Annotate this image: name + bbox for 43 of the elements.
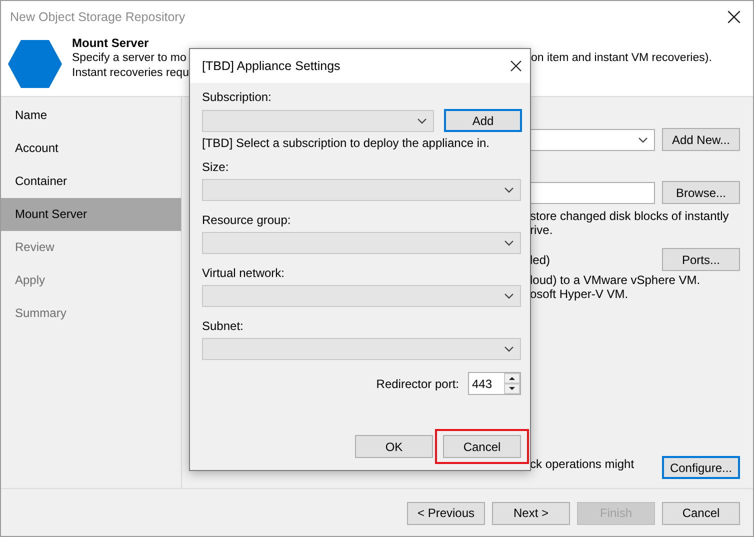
description-text: loud) to a VMware vSphere VM. <box>530 273 702 287</box>
field-label: Virtual network: <box>202 266 286 281</box>
field-label: Subscription: <box>202 90 272 105</box>
chevron-icon <box>504 293 514 299</box>
window-title: New Object Storage Repository <box>10 10 186 24</box>
description-text: store changed disk blocks of instantly <box>530 209 730 223</box>
note-text: ck operations might <box>529 457 634 472</box>
description-text: osoft Hyper-V VM. <box>530 287 630 301</box>
chevron-icon <box>504 240 514 246</box>
page-title: Mount Server <box>72 35 150 51</box>
dialog-button[interactable]: Cancel <box>443 435 521 458</box>
dialog-title: [TBD] Appliance Settings <box>202 59 340 73</box>
field-label: Size: <box>202 160 230 175</box>
page-description: Instant recoveries requ <box>72 66 189 81</box>
option-label: led) <box>530 252 552 266</box>
chevron-icon <box>417 118 427 124</box>
close-icon[interactable] <box>727 10 741 24</box>
description-text: rive. <box>530 223 554 237</box>
chevron-icon <box>638 136 648 142</box>
configure-button[interactable]: Configure... <box>662 456 740 479</box>
browse-button[interactable]: Browse... <box>662 181 740 204</box>
chevron-icon <box>504 187 514 193</box>
wizard-step[interactable]: Name <box>1 99 181 132</box>
wizard-button[interactable]: < Previous <box>407 502 485 524</box>
wizard-step[interactable]: Account <box>1 132 181 165</box>
dialog-button[interactable]: OK <box>355 435 433 458</box>
page-description: Specify a server to mo <box>72 51 188 66</box>
wizard-button[interactable]: Next > <box>492 502 570 524</box>
ports-button[interactable]: Ports... <box>662 248 740 271</box>
dropdown[interactable] <box>530 128 655 150</box>
wizard-step[interactable]: Mount Server <box>1 198 181 231</box>
hexagon-icon <box>8 40 62 88</box>
page-description: on item and instant VM recoveries). <box>531 51 712 66</box>
wizard-button[interactable]: Cancel <box>662 502 740 524</box>
field-label: Subnet: <box>202 319 244 334</box>
add-new-button[interactable]: Add New... <box>662 128 740 151</box>
wizard-step[interactable]: Container <box>1 165 181 198</box>
chevron-icon <box>504 346 514 352</box>
path-field[interactable] <box>530 182 655 204</box>
port-label: Redirector port: <box>376 376 459 390</box>
field-label: Resource group: <box>202 213 292 228</box>
hint-text: [TBD] Select a subscription to deploy the appliance in. <box>202 136 490 151</box>
close-icon[interactable] <box>510 60 522 72</box>
